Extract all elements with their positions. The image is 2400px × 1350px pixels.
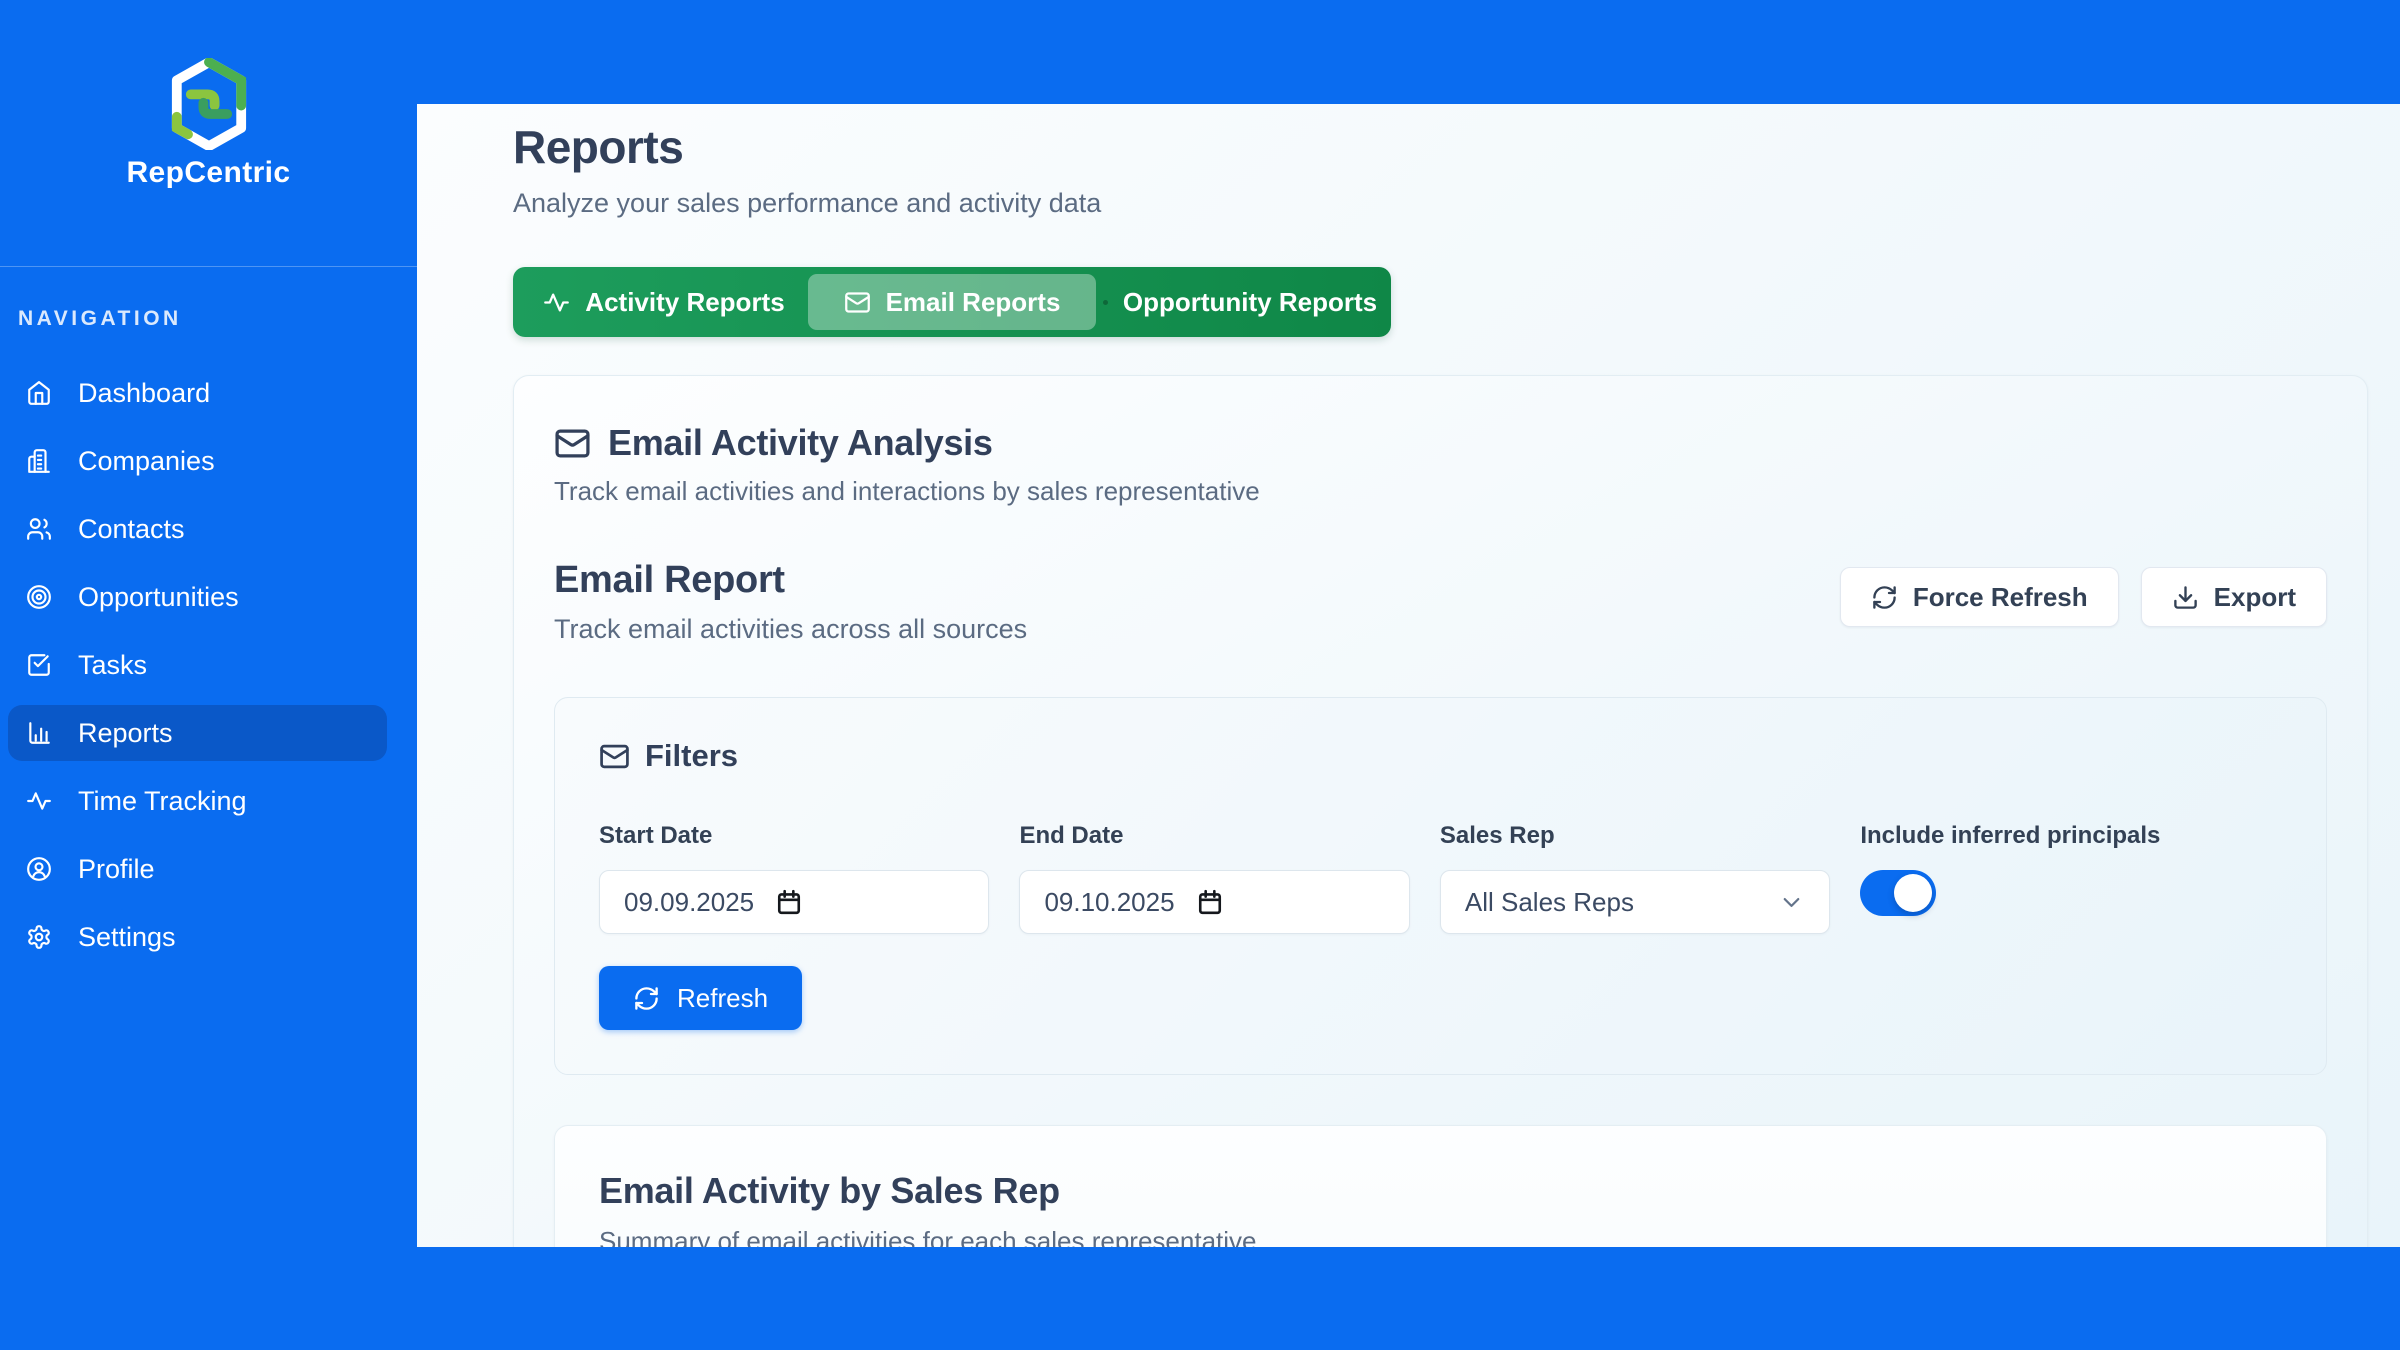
sidebar-item-profile[interactable]: Profile: [8, 841, 387, 897]
filters-title: Filters: [645, 738, 738, 774]
sidebar-item-label: Dashboard: [78, 378, 210, 409]
activity-icon: [543, 289, 570, 316]
sales-rep-label: Sales Rep: [1440, 822, 1830, 850]
tab-activity-reports[interactable]: Activity Reports: [520, 274, 808, 330]
section-title: Email Activity Analysis: [608, 422, 993, 464]
refresh-icon: [633, 985, 660, 1012]
building-icon: [26, 448, 52, 474]
sidebar-item-tasks[interactable]: Tasks: [8, 637, 387, 693]
users-icon: [26, 516, 52, 542]
tab-label: Activity Reports: [585, 287, 784, 318]
email-activity-by-rep-card: Email Activity by Sales Rep Summary of e…: [554, 1125, 2327, 1247]
sales-rep-field: Sales Rep All Sales Reps: [1440, 822, 1830, 934]
export-label: Export: [2214, 582, 2296, 613]
export-button[interactable]: Export: [2141, 567, 2327, 627]
tab-email-reports[interactable]: Email Reports: [808, 274, 1096, 330]
sidebar-item-dashboard[interactable]: Dashboard: [8, 365, 387, 421]
force-refresh-label: Force Refresh: [1913, 582, 2088, 613]
mail-icon: [554, 425, 591, 462]
download-icon: [2172, 584, 2199, 611]
mail-icon: [599, 741, 630, 772]
nav-list: Dashboard Companies Contacts Opportuniti…: [0, 365, 417, 965]
sidebar-item-time-tracking[interactable]: Time Tracking: [8, 773, 387, 829]
gear-icon: [26, 924, 52, 950]
sidebar-item-label: Time Tracking: [78, 786, 247, 817]
home-icon: [26, 380, 52, 406]
end-date-label: End Date: [1019, 822, 1409, 850]
target-icon: [26, 584, 52, 610]
logo: RepCentric: [0, 0, 417, 190]
sales-rep-select[interactable]: All Sales Reps: [1440, 870, 1830, 934]
calendar-icon[interactable]: [776, 889, 802, 915]
report-tabs: Activity Reports Email Reports Opportuni…: [513, 267, 1391, 337]
toggle-knob: [1894, 874, 1932, 912]
end-date-value: 09.10.2025: [1044, 887, 1174, 918]
tab-label: Email Reports: [886, 287, 1061, 318]
tab-opportunity-reports[interactable]: Opportunity Reports: [1096, 274, 1384, 330]
page-subtitle: Analyze your sales performance and activ…: [513, 188, 2368, 219]
activity-card-subtitle: Summary of email activities for each sal…: [599, 1226, 2282, 1247]
refresh-label: Refresh: [677, 983, 768, 1014]
sidebar-item-label: Profile: [78, 854, 155, 885]
inferred-principals-label: Include inferred principals: [1860, 822, 2282, 850]
sidebar-item-label: Opportunities: [78, 582, 239, 613]
repcentric-logo-icon: [167, 58, 251, 150]
filter-grid: Start Date 09.09.2025 End Date 09.10.202…: [599, 822, 2282, 934]
report-header-row: Email Report Track email activities acro…: [554, 559, 2327, 645]
refresh-icon: [1871, 584, 1898, 611]
start-date-label: Start Date: [599, 822, 989, 850]
calendar-icon[interactable]: [1197, 889, 1223, 915]
sales-rep-value: All Sales Reps: [1465, 887, 1634, 918]
sidebar-item-label: Tasks: [78, 650, 147, 681]
sidebar-item-label: Companies: [78, 446, 215, 477]
force-refresh-button[interactable]: Force Refresh: [1840, 567, 2119, 627]
report-actions: Force Refresh Export: [1840, 567, 2327, 627]
mail-icon: [844, 289, 871, 316]
inferred-principals-field: Include inferred principals: [1860, 822, 2282, 934]
sidebar-item-label: Reports: [78, 718, 173, 749]
sidebar-item-label: Settings: [78, 922, 176, 953]
tab-label: Opportunity Reports: [1123, 287, 1377, 318]
section-header: Email Activity Analysis: [554, 422, 2327, 464]
sidebar-divider: [0, 266, 417, 267]
sidebar-item-reports[interactable]: Reports: [8, 705, 387, 761]
page-title: Reports: [513, 120, 2368, 174]
report-subtitle: Track email activities across all source…: [554, 614, 1027, 645]
main-panel: Reports Analyze your sales performance a…: [417, 104, 2400, 1247]
nav-section-label: NAVIGATION: [18, 307, 417, 331]
start-date-value: 09.09.2025: [624, 887, 754, 918]
report-header-text: Email Report Track email activities acro…: [554, 559, 1027, 645]
dot-icon: [1103, 300, 1108, 305]
report-title: Email Report: [554, 559, 1027, 602]
inferred-principals-toggle[interactable]: [1860, 870, 1936, 916]
filters-header: Filters: [599, 738, 2282, 774]
check-square-icon: [26, 652, 52, 678]
section-subtitle: Track email activities and interactions …: [554, 476, 2327, 507]
sidebar-item-companies[interactable]: Companies: [8, 433, 387, 489]
end-date-input[interactable]: 09.10.2025: [1019, 870, 1409, 934]
sidebar-item-label: Contacts: [78, 514, 185, 545]
filters-card: Filters Start Date 09.09.2025 End Date 0…: [554, 697, 2327, 1075]
sidebar-item-settings[interactable]: Settings: [8, 909, 387, 965]
start-date-field: Start Date 09.09.2025: [599, 822, 989, 934]
user-circle-icon: [26, 856, 52, 882]
chevron-down-icon: [1778, 889, 1805, 916]
brand-name: RepCentric: [126, 156, 290, 190]
activity-card-title: Email Activity by Sales Rep: [599, 1170, 2282, 1212]
bar-chart-icon: [26, 720, 52, 746]
start-date-input[interactable]: 09.09.2025: [599, 870, 989, 934]
refresh-button[interactable]: Refresh: [599, 966, 802, 1030]
end-date-field: End Date 09.10.2025: [1019, 822, 1409, 934]
sidebar: RepCentric NAVIGATION Dashboard Companie…: [0, 0, 417, 1350]
activity-icon: [26, 788, 52, 814]
sidebar-item-opportunities[interactable]: Opportunities: [8, 569, 387, 625]
sidebar-item-contacts[interactable]: Contacts: [8, 501, 387, 557]
email-activity-analysis-card: Email Activity Analysis Track email acti…: [513, 375, 2368, 1247]
